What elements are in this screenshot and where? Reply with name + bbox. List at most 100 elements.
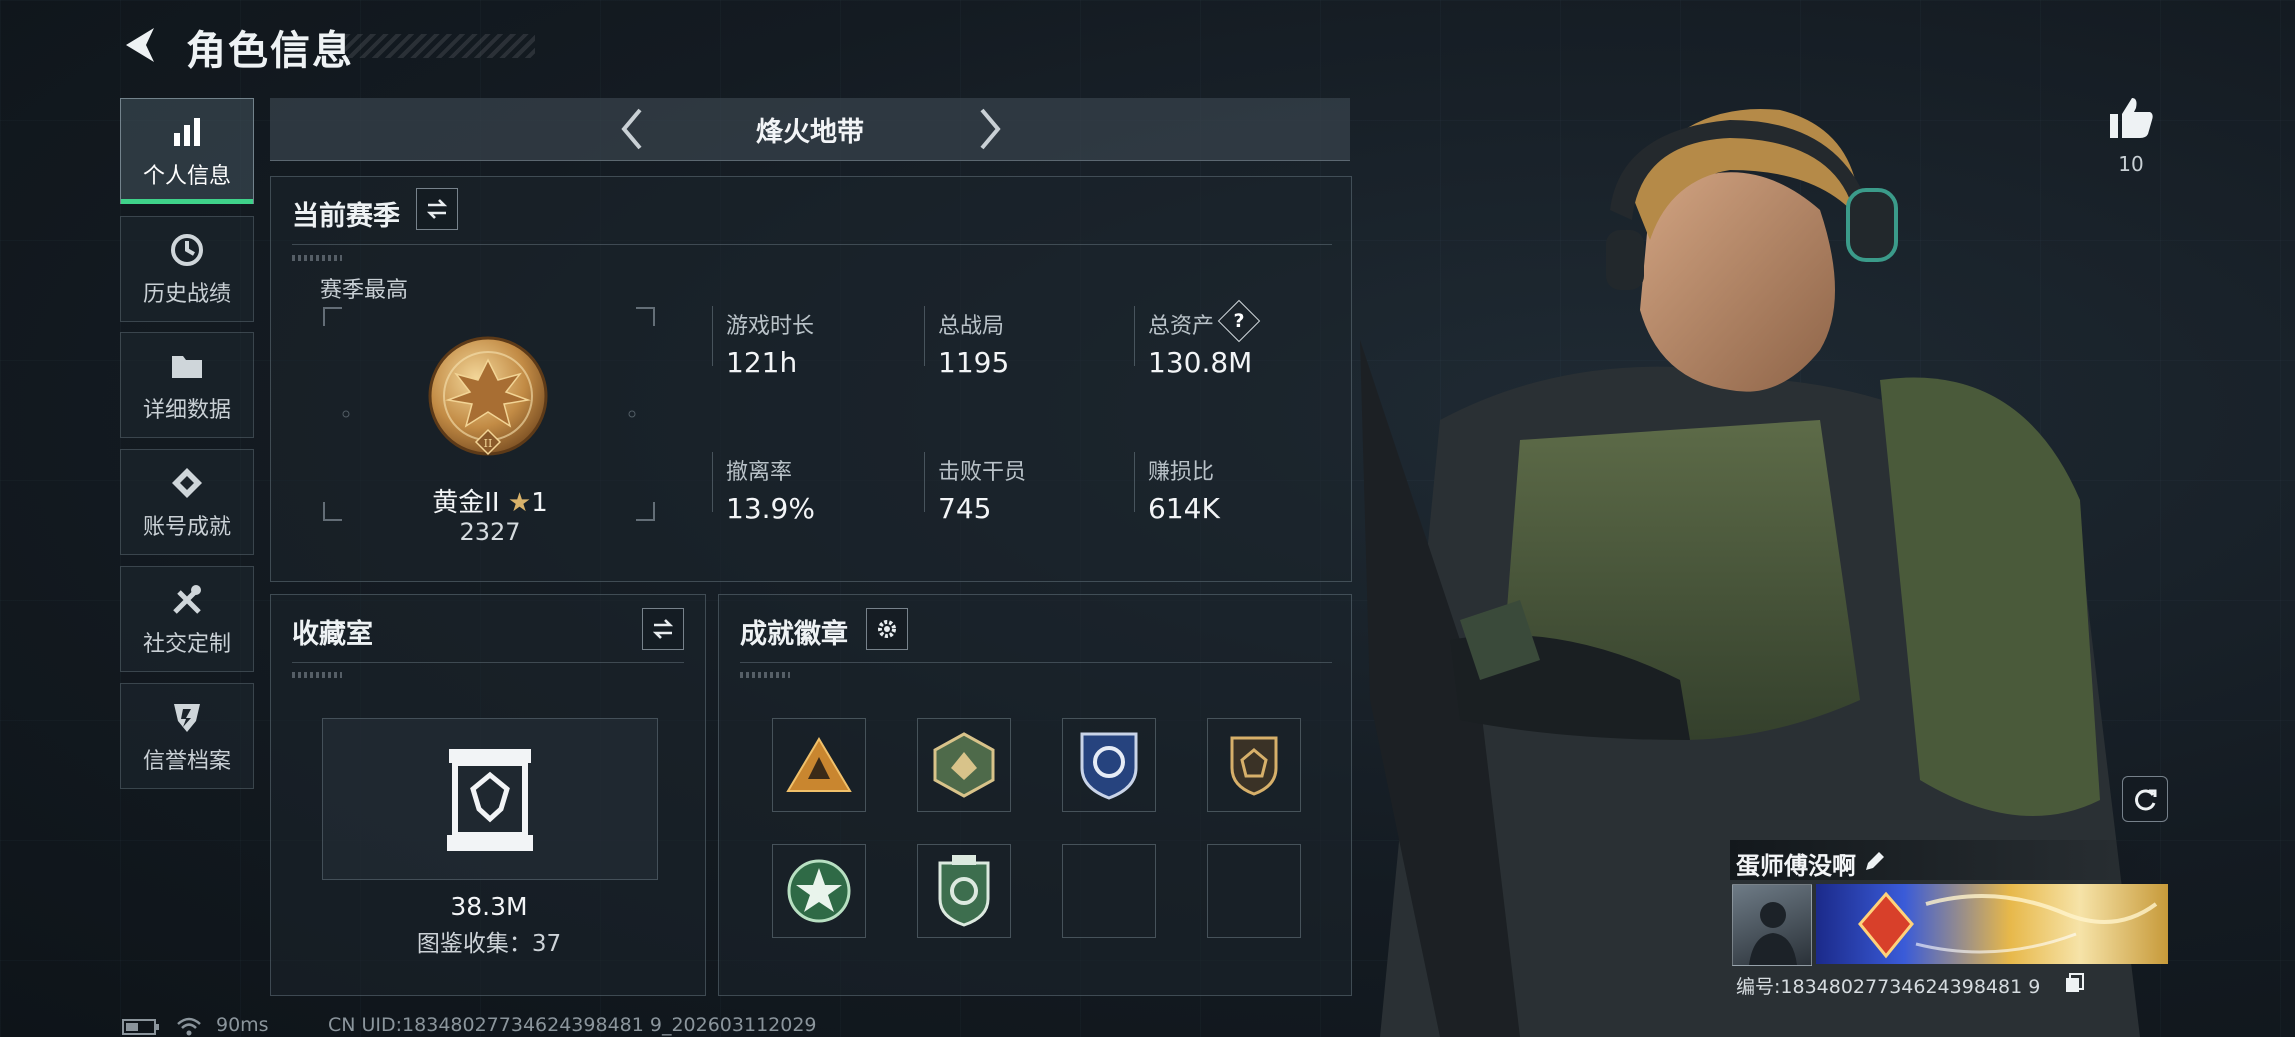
mode-name: 烽火地带 [756, 117, 864, 148]
sidebar-item-label: 社交定制 [142, 632, 231, 657]
player-id: 编号:18348027734624398481 9 [1736, 976, 2041, 998]
folder-icon [167, 346, 207, 386]
sidebar-item-label: 信誉档案 [142, 749, 231, 774]
refresh-icon [2135, 789, 2157, 811]
swap-icon [426, 199, 448, 219]
hexagon-badge-icon [933, 732, 995, 798]
page-title: 角色信息 [186, 28, 354, 74]
sidebar-item-label: 账号成就 [142, 515, 231, 540]
badge-slot-empty[interactable] [1062, 844, 1156, 938]
sidebar-item-social-custom[interactable]: 社交定制 [120, 566, 254, 672]
chevron-right-icon [980, 108, 1001, 150]
collection-title: 收藏室 [292, 619, 373, 650]
title-decoration [345, 34, 535, 58]
shield-badge-icon [1080, 732, 1138, 800]
rank-name: 黄金II [432, 488, 500, 518]
copy-icon[interactable] [2064, 972, 2086, 994]
rank-stars: 1 [531, 488, 548, 518]
mode-prev-button[interactable] [612, 104, 652, 154]
gear-icon [878, 620, 896, 638]
star-icon: ★ [507, 488, 532, 518]
green-shield-badge-icon [938, 855, 990, 927]
stat-separator [712, 306, 713, 366]
divider [740, 662, 1332, 663]
star-wheel-badge-icon [787, 859, 851, 923]
help-icon: ? [1233, 310, 1245, 332]
sidebar-item-detailed-data[interactable]: 详细数据 [120, 332, 254, 438]
stat-separator [712, 452, 713, 512]
badge-slot[interactable] [917, 718, 1011, 812]
player-avatar[interactable] [1732, 884, 1812, 966]
collection-catalog: 图鉴收集：37 [416, 931, 562, 957]
stat-label-extraction-rate: 撤离率 [726, 460, 793, 485]
sidebar-item-account-achievements[interactable]: 账号成就 [120, 449, 254, 555]
cn-uid: CN UID:18348027734624398481 9_2026031120… [328, 1014, 817, 1036]
shield-icon [167, 697, 207, 737]
swap-icon [652, 619, 674, 639]
back-arrow-icon [126, 28, 154, 62]
badge-slot[interactable] [772, 718, 866, 812]
stat-separator [1134, 306, 1135, 366]
rank-gold-emblem-icon: II [428, 336, 548, 456]
display-case-icon [447, 749, 533, 851]
back-button[interactable] [118, 22, 164, 68]
triangle-badge-icon [786, 737, 852, 792]
divider [292, 662, 684, 663]
stat-separator [924, 452, 925, 512]
refresh-appearance-button[interactable] [2122, 776, 2168, 822]
stat-value-operators-defeated: 745 [938, 492, 992, 525]
history-clock-icon [167, 230, 207, 270]
collection-switch-button[interactable] [642, 608, 684, 650]
stat-separator [1134, 452, 1135, 512]
badge-slot[interactable] [772, 844, 866, 938]
collection-display[interactable] [322, 718, 658, 880]
battery-icon [122, 1019, 159, 1035]
banner-gem-icon [1858, 891, 2158, 959]
avatar-silhouette-icon [1749, 902, 1797, 965]
player-nickname: 蛋师傅没啊 [1736, 852, 1856, 880]
sidebar-item-history[interactable]: 历史战绩 [120, 216, 254, 322]
sidebar-item-label: 个人信息 [142, 164, 231, 189]
stat-value-playtime: 121h [726, 346, 798, 379]
wifi-icon [177, 1017, 201, 1036]
stat-label-profit-loss: 赚损比 [1148, 460, 1215, 485]
sidebar-item-personal-info[interactable]: 个人信息 [120, 98, 254, 204]
stat-value-profit-loss: 614K [1148, 492, 1220, 525]
divider [292, 244, 1332, 245]
achievements-settings-button[interactable] [866, 608, 908, 650]
collection-value: 38.3M [450, 892, 528, 921]
player-banner[interactable] [1816, 884, 2168, 964]
rank-line: 黄金II ★1 [400, 482, 580, 519]
bar-chart-icon [167, 112, 207, 152]
badge-slot[interactable] [917, 844, 1011, 938]
stat-separator [924, 306, 925, 366]
svg-text:II: II [484, 437, 493, 450]
season-best-label: 赛季最高 [320, 278, 409, 303]
achievement-icon [167, 463, 207, 503]
rank-points: 2327 [459, 518, 521, 546]
achievements-title: 成就徽章 [740, 619, 848, 650]
decoration-dots [292, 672, 342, 678]
badge-slot[interactable] [1062, 718, 1156, 812]
stat-label-total-assets: 总资产 [1148, 314, 1215, 339]
tools-icon [167, 580, 207, 620]
season-title: 当前赛季 [292, 201, 400, 232]
likes-count: 10 [2118, 152, 2144, 176]
chevron-left-icon [621, 108, 642, 150]
edit-pencil-icon[interactable] [1862, 848, 1888, 874]
decoration-dots [292, 255, 342, 261]
mode-next-button[interactable] [970, 104, 1010, 154]
thumbs-up-icon[interactable] [2106, 94, 2156, 140]
stat-value-total-matches: 1195 [938, 346, 1010, 379]
sidebar-item-label: 历史战绩 [142, 282, 231, 307]
sidebar-item-credit-profile[interactable]: 信誉档案 [120, 683, 254, 789]
stat-value-total-assets: 130.8M [1148, 346, 1253, 379]
decoration-dots [740, 672, 790, 678]
sidebar-item-label: 详细数据 [142, 398, 231, 423]
stat-label-operators-defeated: 击败干员 [938, 460, 1027, 485]
stat-label-total-matches: 总战局 [938, 314, 1005, 339]
season-switch-button[interactable] [416, 188, 458, 230]
stat-label-playtime: 游戏时长 [726, 314, 815, 339]
stat-value-extraction-rate: 13.9% [726, 492, 815, 525]
ping-value: 90ms [216, 1014, 269, 1036]
